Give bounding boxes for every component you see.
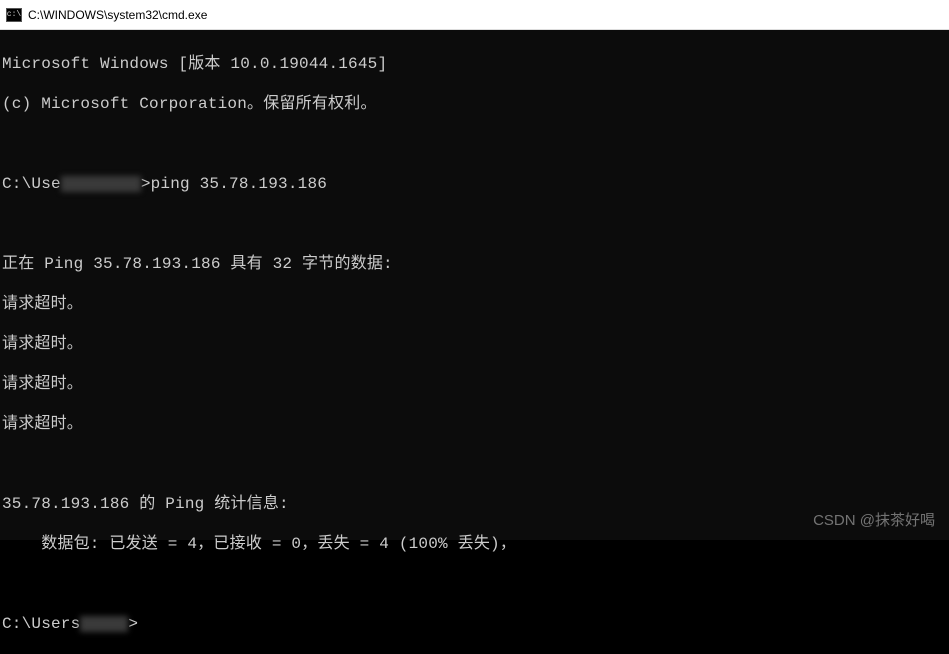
prompt-prefix: C:\Use	[2, 174, 61, 194]
prompt-line-1: C:\Use >ping 35.78.193.186	[2, 174, 947, 194]
blank-line	[2, 574, 947, 594]
cursor	[138, 616, 146, 632]
prompt-line-2[interactable]: C:\Users >	[2, 614, 947, 634]
terminal-output[interactable]: Microsoft Windows [版本 10.0.19044.1645] (…	[0, 30, 949, 540]
redacted-username	[80, 616, 128, 632]
cmd-icon	[6, 8, 22, 22]
window-titlebar[interactable]: C:\WINDOWS\system32\cmd.exe	[0, 0, 949, 30]
timeout-line: 请求超时。	[2, 294, 947, 314]
timeout-line: 请求超时。	[2, 414, 947, 434]
redacted-username	[61, 176, 141, 192]
prompt-suffix: >	[128, 614, 138, 634]
stats-packets-line: 数据包: 已发送 = 4，已接收 = 0，丢失 = 4 (100% 丢失)，	[2, 534, 947, 554]
ping-header-line: 正在 Ping 35.78.193.186 具有 32 字节的数据:	[2, 254, 947, 274]
blank-line	[2, 134, 947, 154]
blank-line	[2, 454, 947, 474]
banner-version-line: Microsoft Windows [版本 10.0.19044.1645]	[2, 54, 947, 74]
prompt-command: >ping 35.78.193.186	[141, 174, 327, 194]
stats-header-line: 35.78.193.186 的 Ping 统计信息:	[2, 494, 947, 514]
timeout-line: 请求超时。	[2, 334, 947, 354]
window-title: C:\WINDOWS\system32\cmd.exe	[28, 8, 207, 22]
blank-line	[2, 214, 947, 234]
timeout-line: 请求超时。	[2, 374, 947, 394]
banner-copyright-line: (c) Microsoft Corporation。保留所有权利。	[2, 94, 947, 114]
prompt-prefix: C:\Users	[2, 614, 80, 634]
